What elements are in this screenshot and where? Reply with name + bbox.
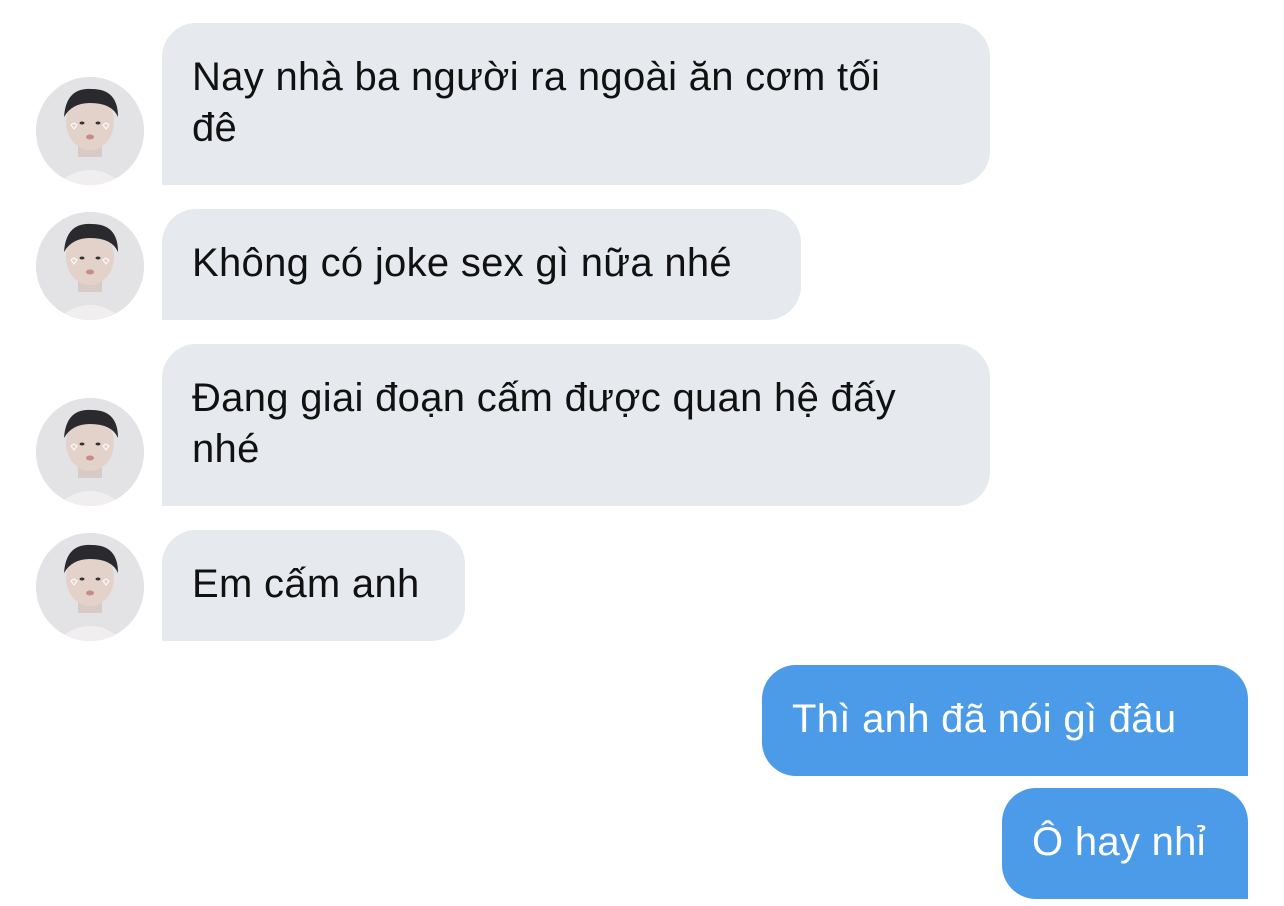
- message-text: Thì anh đã nói gì đâu: [792, 697, 1177, 741]
- contact-avatar[interactable]: [36, 533, 144, 641]
- incoming-message-bubble[interactable]: Đang giai đoạn cấm được quan hệ đấy nhé: [162, 344, 990, 506]
- contact-avatar-icon: [36, 212, 144, 320]
- contact-avatar[interactable]: [36, 212, 144, 320]
- contact-avatar[interactable]: [36, 398, 144, 506]
- outgoing-message-bubble[interactable]: Thì anh đã nói gì đâu: [762, 665, 1248, 776]
- chat-thread: Nay nhà ba người ra ngoài ăn cơm tối đê …: [0, 0, 1284, 906]
- message-text: Em cấm anh: [192, 562, 420, 606]
- incoming-message-bubble[interactable]: Em cấm anh: [162, 530, 465, 641]
- incoming-message-bubble[interactable]: Nay nhà ba người ra ngoài ăn cơm tối đê: [162, 23, 990, 185]
- message-text: Không có joke sex gì nữa nhé: [192, 241, 732, 285]
- outgoing-message-bubble[interactable]: Ô hay nhỉ: [1002, 788, 1248, 899]
- contact-avatar-icon: [36, 533, 144, 641]
- incoming-message-bubble[interactable]: Không có joke sex gì nữa nhé: [162, 209, 801, 320]
- message-text: Ô hay nhỉ: [1032, 820, 1206, 864]
- message-text: Đang giai đoạn cấm được quan hệ đấy nhé: [192, 376, 896, 471]
- contact-avatar-icon: [36, 398, 144, 506]
- contact-avatar-icon: [36, 77, 144, 185]
- contact-avatar[interactable]: [36, 77, 144, 185]
- message-text: Nay nhà ba người ra ngoài ăn cơm tối đê: [192, 55, 881, 150]
